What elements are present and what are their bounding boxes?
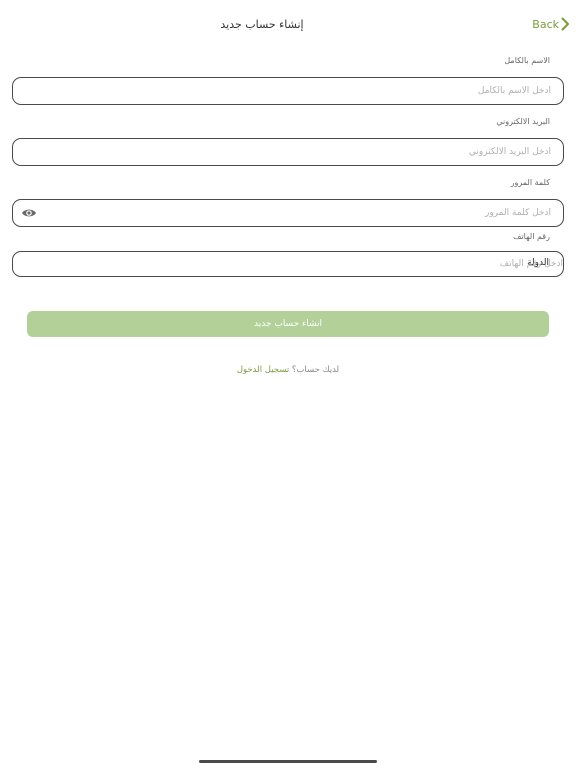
login-prompt: لديك حساب؟ تسجيل الدخول (0, 365, 576, 375)
password-label: كلمة المرور (510, 178, 550, 187)
phone-input[interactable] (25, 252, 575, 276)
password-input[interactable] (13, 200, 563, 226)
create-account-button[interactable]: انشاء حساب جديد (27, 311, 549, 337)
eye-icon[interactable] (21, 207, 37, 219)
email-label: البريد الالكتروني (496, 117, 550, 126)
email-field-box (12, 138, 564, 166)
full-name-label: الاسم بالكامل (504, 56, 550, 65)
phone-label: رقم الهاتف (513, 232, 550, 241)
signup-screen: Back إنشاء حساب جديد الاسم بالكامل البري… (0, 0, 576, 768)
page-title: إنشاء حساب جديد (220, 18, 304, 31)
password-field-box (12, 199, 564, 227)
phone-field-box: الدولة (12, 251, 575, 277)
login-link[interactable]: تسجيل الدخول (237, 365, 289, 375)
chevron-right-icon (561, 17, 569, 31)
home-indicator (199, 760, 377, 763)
full-name-field-box (12, 77, 564, 105)
back-label: Back (532, 17, 559, 31)
full-name-input[interactable] (13, 78, 563, 104)
back-button[interactable]: Back (532, 17, 570, 31)
login-question: لديك حساب؟ (291, 365, 340, 375)
email-input[interactable] (13, 139, 563, 165)
